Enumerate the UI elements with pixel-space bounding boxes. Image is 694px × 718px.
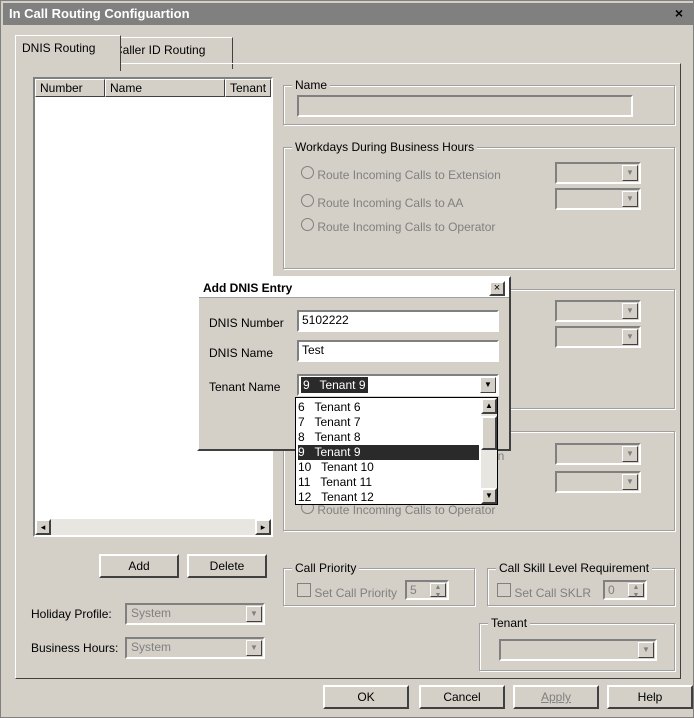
ok-button[interactable]: OK [323,685,409,709]
tenant-select[interactable]: ▼ [499,639,657,661]
delete-button[interactable]: Delete [187,554,267,578]
chevron-down-icon[interactable]: ▼ [622,165,638,181]
business-hours-value: System [131,640,172,654]
horizontal-scrollbar[interactable]: ◂ ▸ [35,519,271,535]
spinner-arrows-icon[interactable]: ▲ ▼ [430,583,446,599]
chevron-down-icon[interactable]: ▼ [622,446,638,462]
set-call-sklr-checkbox[interactable]: Set Call SKLR [497,583,591,600]
radio-icon[interactable] [301,218,314,231]
dnis-name-label: DNIS Name [209,346,274,360]
extension-select[interactable]: ▼ [555,162,641,184]
name-field[interactable] [297,95,633,117]
select-2b[interactable]: ▼ [555,326,641,348]
dnis-number-field[interactable]: 5102222 [297,310,499,332]
spinner-arrows-icon[interactable]: ▲ ▼ [628,583,644,599]
column-header-number[interactable]: Number [35,79,105,97]
radio-route-aa[interactable]: Route Incoming Calls to AA [301,194,463,210]
dnis-name-field[interactable]: Test [297,340,499,362]
window-title: In Call Routing Configuartion [3,3,693,25]
dropdown-option[interactable]: 12 Tenant 12 [298,490,374,505]
chevron-down-icon[interactable]: ▼ [638,642,654,658]
tenant-name-select[interactable]: 9 Tenant 9 ▼ [297,374,499,396]
holiday-profile-label: Holiday Profile: [31,607,112,621]
select-3b[interactable]: ▼ [555,471,641,493]
aa-select[interactable]: ▼ [555,188,641,210]
call-priority-spinner[interactable]: 5 ▲ ▼ [405,580,449,600]
close-icon[interactable]: × [669,5,689,22]
chevron-down-icon[interactable]: ▼ [622,191,638,207]
column-header-name[interactable]: Name [105,79,225,97]
column-header-tenant[interactable]: Tenant [225,79,271,97]
radio-route-operator[interactable]: Route Incoming Calls to Operator [301,218,495,234]
chevron-down-icon[interactable]: ▼ [622,329,638,345]
chevron-down-icon[interactable]: ▼ [246,606,262,622]
workdays-group-legend: Workdays During Business Hours [292,140,478,154]
call-priority-legend: Call Priority [292,561,360,575]
select-2a[interactable]: ▼ [555,300,641,322]
scroll-thumb[interactable] [481,416,497,450]
holiday-profile-select[interactable]: System ▼ [125,603,265,625]
scroll-left-icon[interactable]: ◂ [35,519,51,535]
holiday-profile-value: System [131,606,172,620]
dialog-close-icon[interactable]: × [489,281,505,296]
business-hours-select[interactable]: System ▼ [125,637,265,659]
tenant-group-legend: Tenant [488,616,531,630]
select-3a[interactable]: ▼ [555,443,641,465]
scroll-up-icon[interactable]: ▲ [481,398,497,414]
dropdown-option[interactable]: 8 Tenant 8 [298,430,361,445]
cancel-button[interactable]: Cancel [419,685,505,709]
dropdown-option-selected[interactable]: 9 Tenant 9 [298,445,479,460]
name-group-legend: Name [292,78,331,92]
dropdown-scrollbar[interactable]: ▲ ▼ [481,398,497,504]
dnis-number-label: DNIS Number [209,316,284,330]
checkbox-icon[interactable] [497,583,511,597]
chevron-down-icon[interactable]: ▼ [622,474,638,490]
tenant-name-label: Tenant Name [209,380,281,394]
radio-icon[interactable] [301,166,314,179]
radio-icon[interactable] [301,194,314,207]
business-hours-label: Business Hours: [31,641,119,655]
apply-button[interactable]: Apply [513,685,599,709]
set-call-priority-checkbox[interactable]: Set Call Priority [297,583,397,600]
tenant-name-value: 9 Tenant 9 [301,377,368,393]
tab-dnis-routing[interactable]: DNIS Routing [15,35,121,71]
tenant-dropdown-list[interactable]: 6 Tenant 6 7 Tenant 7 8 Tenant 8 9 Tenan… [295,397,498,505]
main-window: In Call Routing Configuartion × DNIS Rou… [0,0,694,718]
skill-level-legend: Call Skill Level Requirement [496,561,653,575]
dropdown-option[interactable]: 10 Tenant 10 [298,460,374,475]
chevron-down-icon[interactable]: ▼ [480,377,496,393]
add-button[interactable]: Add [99,554,179,578]
scroll-right-icon[interactable]: ▸ [255,519,271,535]
dialog-title: Add DNIS Entry [199,278,509,298]
chevron-down-icon[interactable]: ▼ [622,303,638,319]
dropdown-option[interactable]: 6 Tenant 6 [298,400,361,415]
dropdown-option[interactable]: 11 Tenant 11 [298,475,372,490]
scroll-down-icon[interactable]: ▼ [481,488,497,504]
help-button[interactable]: Help [607,685,693,709]
chevron-down-icon[interactable]: ▼ [246,640,262,656]
checkbox-icon[interactable] [297,583,311,597]
dropdown-option[interactable]: 7 Tenant 7 [298,415,361,430]
sklr-spinner[interactable]: 0 ▲ ▼ [603,580,647,600]
radio-route-extension[interactable]: Route Incoming Calls to Extension [301,166,501,182]
